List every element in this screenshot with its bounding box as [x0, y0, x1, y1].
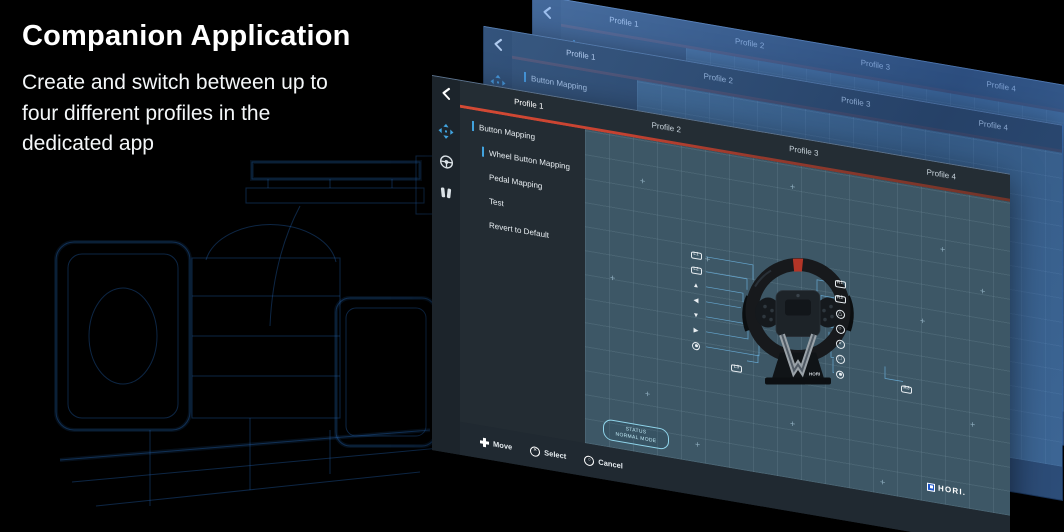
- hori-logo-text: HORI.: [938, 483, 966, 497]
- r3-button-icon: R3: [901, 385, 912, 394]
- triangle-button-icon: △: [836, 309, 845, 320]
- grid-plus-mark: +: [980, 287, 985, 297]
- car-wireframe-art: [0, 130, 470, 532]
- grid-plus-mark: +: [790, 419, 795, 429]
- select-cross-icon: ×: [530, 445, 540, 457]
- grid-plus-mark: +: [920, 316, 925, 326]
- grid-plus-mark: +: [695, 440, 700, 450]
- grid-plus-mark: +: [880, 478, 885, 488]
- marketing-slide: Companion Application Create and switch …: [0, 0, 1064, 532]
- cancel-circle-icon: ○: [584, 455, 594, 467]
- move-plus-icon: [480, 437, 489, 448]
- grid-plus-mark: +: [705, 255, 710, 265]
- back-chevron-icon: [492, 36, 504, 52]
- menu-accent-bar: [482, 147, 484, 157]
- callout-row: [689, 337, 703, 354]
- legend-label: Select: [544, 448, 566, 461]
- r3-stick-icon: [836, 370, 844, 379]
- circle-button-icon: ○: [836, 324, 845, 335]
- back-button[interactable]: [538, 2, 556, 23]
- l2-button-icon: L2: [691, 266, 702, 275]
- callout-bottom-right: R3: [901, 375, 912, 395]
- callouts-left: L1 L2 ▲ ◀ ▼ ▶: [689, 247, 703, 354]
- dpad-left-icon: ◀: [694, 296, 699, 305]
- menu-panel: Button MappingWheel Button MappingPedal …: [460, 108, 585, 443]
- cross-button-icon: ×: [836, 339, 845, 350]
- dpad-right-icon: ▶: [694, 326, 699, 335]
- callouts-right: R1 R2 △ ○ × □: [833, 276, 847, 383]
- legend-select: × Select: [530, 445, 566, 461]
- dpad-down-icon: ▼: [693, 311, 699, 320]
- menu-item-label: Revert to Default: [489, 220, 549, 239]
- l3-stick-icon: [692, 341, 700, 350]
- legend-label: Cancel: [598, 457, 623, 470]
- menu-item-label: Button Mapping: [479, 123, 535, 142]
- grid-plus-mark: +: [940, 245, 945, 255]
- back-button[interactable]: [489, 34, 507, 55]
- square-button-icon: □: [836, 354, 845, 365]
- dpad-up-icon: ▲: [693, 281, 699, 290]
- grid-plus-mark: +: [970, 420, 975, 430]
- steering-wheel-icon[interactable]: [438, 152, 455, 172]
- callout-row: [833, 366, 847, 383]
- legend-move: Move: [480, 437, 512, 451]
- hori-logo-mark: [927, 482, 935, 491]
- menu-item-label: Button Mapping: [531, 74, 587, 93]
- menu-accent-bar: [472, 121, 474, 131]
- callout-bottom-left: L3: [731, 354, 742, 374]
- status-mode-pill[interactable]: STATUS NORMAL MODE: [603, 418, 669, 450]
- grid-plus-mark: +: [790, 182, 795, 192]
- racing-wheel-image: HORI: [713, 249, 883, 399]
- l1-button-icon: L1: [691, 251, 702, 260]
- menu-item-label: Test: [489, 196, 504, 208]
- back-button[interactable]: [437, 83, 455, 104]
- hori-logo: HORI.: [927, 482, 966, 498]
- r2-button-icon: R2: [835, 295, 846, 304]
- legend-label: Move: [493, 439, 512, 451]
- menu-accent-bar: [524, 72, 526, 82]
- icon-rail: [432, 76, 460, 455]
- wheel-base-logo: HORI: [809, 372, 820, 377]
- menu-item-label: Pedal Mapping: [489, 172, 542, 190]
- grid-plus-mark: +: [610, 273, 615, 283]
- legend-cancel: ○ Cancel: [584, 455, 623, 472]
- l3-button-icon: L3: [731, 364, 742, 373]
- grid-plus-mark: +: [640, 177, 645, 187]
- r1-button-icon: R1: [835, 280, 846, 289]
- back-chevron-icon: [541, 4, 553, 20]
- page-title: Companion Application: [22, 20, 367, 53]
- hero-copy: Companion Application Create and switch …: [22, 20, 367, 160]
- pedals-icon[interactable]: [438, 183, 455, 203]
- back-chevron-icon: [440, 85, 452, 101]
- move-tool-icon[interactable]: [438, 121, 455, 141]
- grid-plus-mark: +: [645, 389, 650, 399]
- page-subtitle: Create and switch between up to four dif…: [22, 68, 367, 160]
